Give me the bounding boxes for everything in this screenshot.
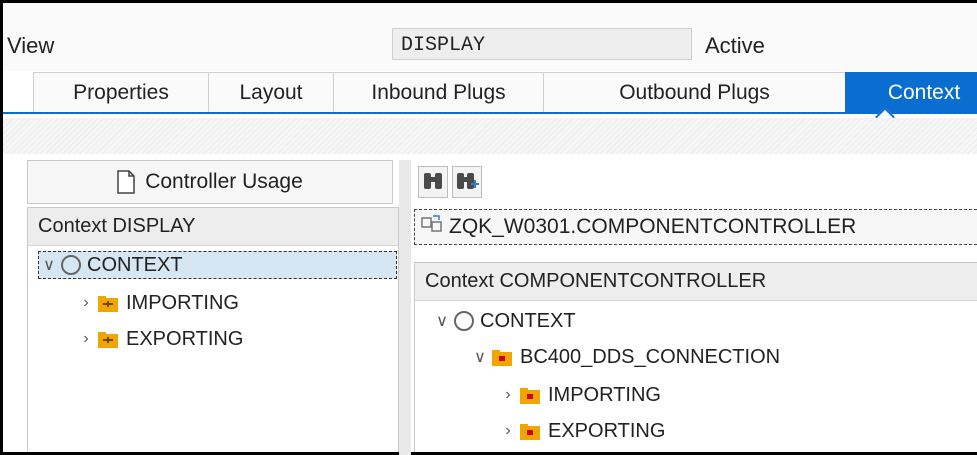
tab-context[interactable]: Context (845, 72, 977, 112)
tab-underline (3, 112, 977, 114)
folder-node-icon (492, 349, 512, 366)
chevron-down-icon[interactable]: ∨ (470, 347, 490, 367)
folder-mapped-icon (98, 331, 118, 348)
left-tree-node-exporting[interactable]: › EXPORTING (76, 325, 243, 353)
view-name-field[interactable]: DISPLAY (392, 28, 692, 60)
controller-name-field[interactable]: ZQK_W0301.COMPONENTCONTROLLER (414, 209, 977, 245)
chevron-down-icon[interactable]: ∨ (39, 255, 59, 275)
circle-node-icon (61, 255, 81, 275)
tab-strip: Properties Layout Inbound Plugs Outbound… (33, 72, 977, 112)
chevron-down-icon[interactable]: ∨ (432, 311, 452, 331)
tab-outbound-plugs[interactable]: Outbound Plugs (543, 72, 845, 112)
right-tree-node-exporting[interactable]: › EXPORTING (498, 417, 665, 445)
right-tree-node-importing[interactable]: › IMPORTING (498, 381, 661, 409)
tree-node-label: IMPORTING (548, 383, 661, 406)
view-label: View (7, 33, 55, 58)
tree-node-label: BC400_DDS_CONNECTION (520, 345, 781, 368)
left-tree-node-importing[interactable]: › IMPORTING (76, 289, 239, 317)
toolbar-strip (3, 118, 977, 154)
tree-node-label: CONTEXT (480, 309, 576, 332)
controller-usage-label: Controller Usage (145, 170, 303, 193)
chevron-right-icon[interactable]: › (76, 294, 96, 312)
find-icon[interactable] (418, 166, 448, 198)
right-tree-node-bc400-dds-connection[interactable]: ∨ BC400_DDS_CONNECTION (470, 343, 780, 371)
controller-usage-button[interactable]: Controller Usage (27, 160, 393, 204)
document-icon (117, 170, 135, 194)
tree-node-label: IMPORTING (126, 291, 239, 314)
tab-properties[interactable]: Properties (33, 72, 208, 112)
controller-name: ZQK_W0301.COMPONENTCONTROLLER (449, 215, 857, 238)
find-next-icon[interactable] (452, 166, 482, 198)
chevron-right-icon[interactable]: › (498, 422, 518, 440)
tab-layout[interactable]: Layout (208, 72, 333, 112)
circle-node-icon (454, 311, 474, 331)
controller-icon (421, 214, 443, 240)
folder-node-icon (520, 423, 540, 440)
right-tree-node-context[interactable]: ∨ CONTEXT (432, 307, 576, 335)
folder-node-icon (520, 387, 540, 404)
right-panel-title: Context COMPONENTCONTROLLER (415, 263, 977, 301)
chevron-right-icon[interactable]: › (76, 330, 96, 348)
chevron-right-icon[interactable]: › (498, 386, 518, 404)
view-status: Active (705, 33, 765, 58)
left-tree-node-context[interactable]: ∨ CONTEXT (38, 251, 397, 279)
panel-splitter[interactable] (399, 160, 411, 455)
left-panel-title: Context DISPLAY (28, 208, 398, 246)
tree-node-label: EXPORTING (126, 327, 244, 350)
view-header: View DISPLAY Active (3, 3, 977, 71)
tree-node-label: EXPORTING (548, 419, 666, 442)
tab-inbound-plugs[interactable]: Inbound Plugs (333, 72, 543, 112)
folder-mapped-icon (98, 295, 118, 312)
tree-node-label: CONTEXT (87, 253, 183, 276)
